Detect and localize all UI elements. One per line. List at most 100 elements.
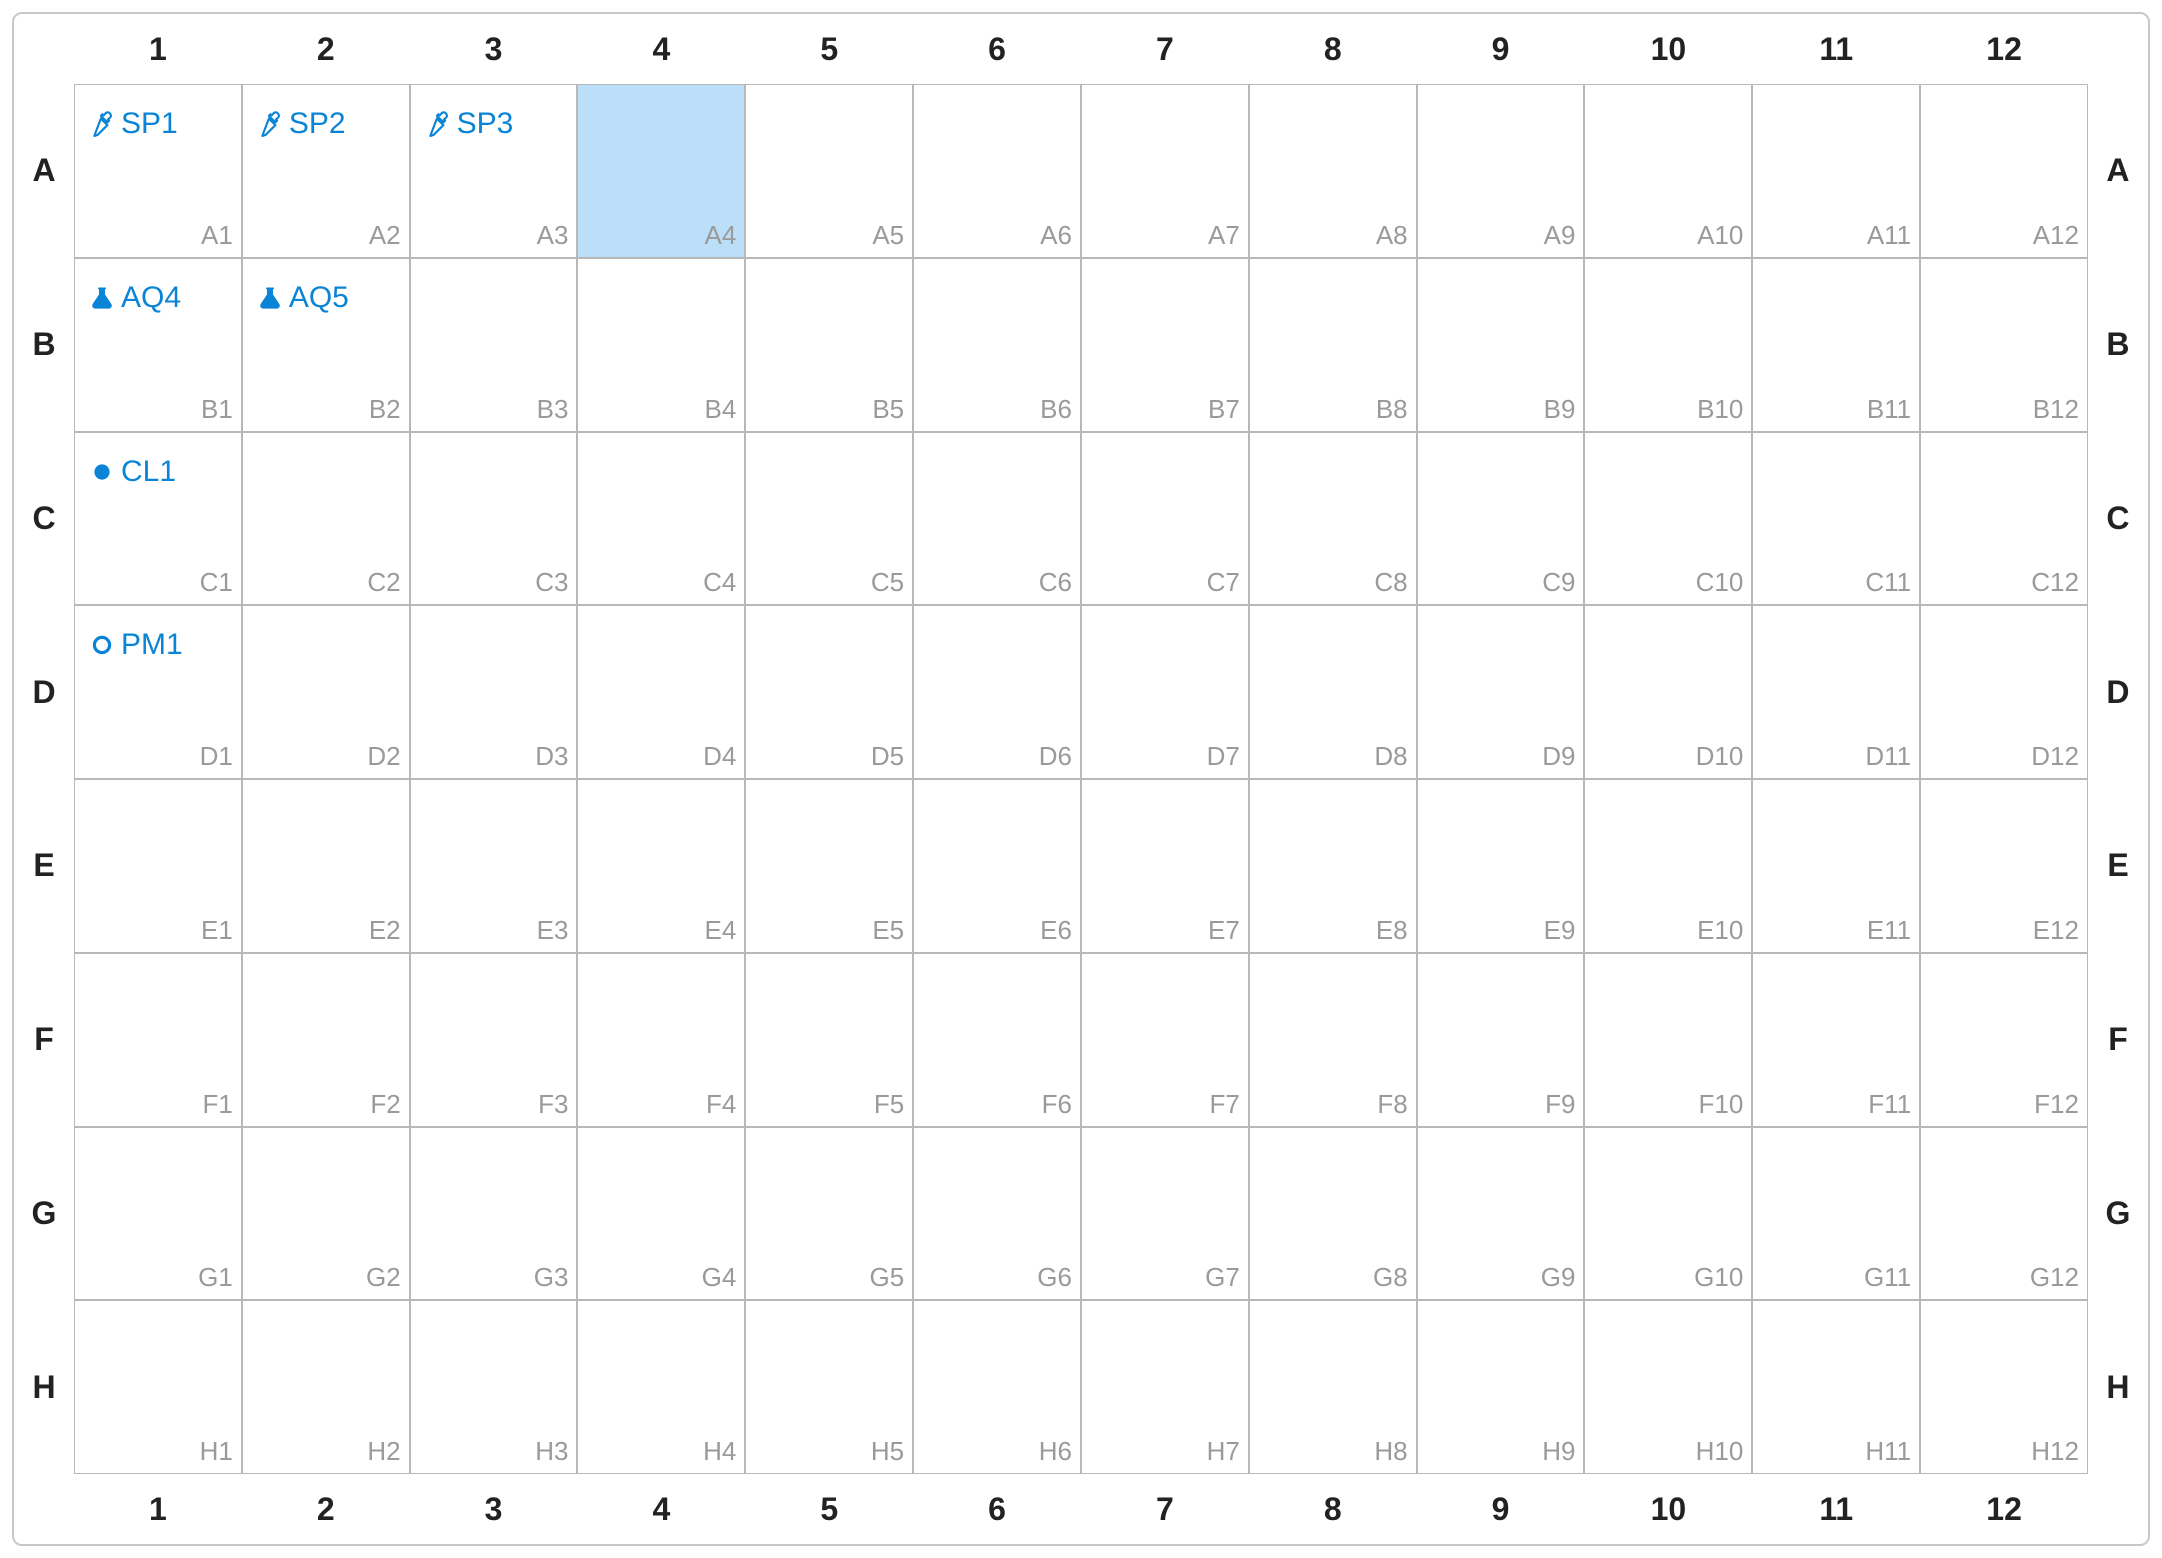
well-B1[interactable]: AQ4B1	[74, 258, 242, 432]
well-coord-label: H9	[1542, 1436, 1575, 1467]
well-A6[interactable]: A6	[913, 84, 1081, 258]
well-H4[interactable]: H4	[577, 1300, 745, 1474]
col-header-5-bottom: 5	[745, 1474, 913, 1544]
well-F2[interactable]: F2	[242, 953, 410, 1127]
well-C12[interactable]: C12	[1920, 432, 2088, 606]
well-G10[interactable]: G10	[1584, 1127, 1752, 1301]
well-D9[interactable]: D9	[1417, 605, 1585, 779]
well-H9[interactable]: H9	[1417, 1300, 1585, 1474]
well-G9[interactable]: G9	[1417, 1127, 1585, 1301]
col-header-11-bottom: 11	[1752, 1474, 1920, 1544]
well-B3[interactable]: B3	[410, 258, 578, 432]
well-E7[interactable]: E7	[1081, 779, 1249, 953]
well-A9[interactable]: A9	[1417, 84, 1585, 258]
well-C5[interactable]: C5	[745, 432, 913, 606]
well-C3[interactable]: C3	[410, 432, 578, 606]
well-C11[interactable]: C11	[1752, 432, 1920, 606]
well-G8[interactable]: G8	[1249, 1127, 1417, 1301]
well-G3[interactable]: G3	[410, 1127, 578, 1301]
well-E2[interactable]: E2	[242, 779, 410, 953]
well-H10[interactable]: H10	[1584, 1300, 1752, 1474]
well-B11[interactable]: B11	[1752, 258, 1920, 432]
well-F7[interactable]: F7	[1081, 953, 1249, 1127]
well-A4[interactable]: A4	[577, 84, 745, 258]
well-G1[interactable]: G1	[74, 1127, 242, 1301]
well-C1[interactable]: CL1C1	[74, 432, 242, 606]
well-E3[interactable]: E3	[410, 779, 578, 953]
well-H5[interactable]: H5	[745, 1300, 913, 1474]
well-B12[interactable]: B12	[1920, 258, 2088, 432]
well-F3[interactable]: F3	[410, 953, 578, 1127]
well-E1[interactable]: E1	[74, 779, 242, 953]
well-F6[interactable]: F6	[913, 953, 1081, 1127]
well-F8[interactable]: F8	[1249, 953, 1417, 1127]
well-F11[interactable]: F11	[1752, 953, 1920, 1127]
well-A11[interactable]: A11	[1752, 84, 1920, 258]
well-E6[interactable]: E6	[913, 779, 1081, 953]
well-F10[interactable]: F10	[1584, 953, 1752, 1127]
well-B9[interactable]: B9	[1417, 258, 1585, 432]
well-D8[interactable]: D8	[1249, 605, 1417, 779]
well-A7[interactable]: A7	[1081, 84, 1249, 258]
well-E5[interactable]: E5	[745, 779, 913, 953]
well-G12[interactable]: G12	[1920, 1127, 2088, 1301]
well-E11[interactable]: E11	[1752, 779, 1920, 953]
well-F5[interactable]: F5	[745, 953, 913, 1127]
well-H7[interactable]: H7	[1081, 1300, 1249, 1474]
well-D6[interactable]: D6	[913, 605, 1081, 779]
well-B2[interactable]: AQ5B2	[242, 258, 410, 432]
well-G6[interactable]: G6	[913, 1127, 1081, 1301]
well-D5[interactable]: D5	[745, 605, 913, 779]
well-D3[interactable]: D3	[410, 605, 578, 779]
well-E8[interactable]: E8	[1249, 779, 1417, 953]
well-B5[interactable]: B5	[745, 258, 913, 432]
well-F4[interactable]: F4	[577, 953, 745, 1127]
well-H11[interactable]: H11	[1752, 1300, 1920, 1474]
well-G2[interactable]: G2	[242, 1127, 410, 1301]
well-A10[interactable]: A10	[1584, 84, 1752, 258]
well-D7[interactable]: D7	[1081, 605, 1249, 779]
well-C8[interactable]: C8	[1249, 432, 1417, 606]
well-A2[interactable]: SP2A2	[242, 84, 410, 258]
well-H6[interactable]: H6	[913, 1300, 1081, 1474]
well-D1[interactable]: PM1D1	[74, 605, 242, 779]
well-C9[interactable]: C9	[1417, 432, 1585, 606]
well-C7[interactable]: C7	[1081, 432, 1249, 606]
well-E10[interactable]: E10	[1584, 779, 1752, 953]
well-coord-label: A5	[872, 220, 904, 251]
well-H12[interactable]: H12	[1920, 1300, 2088, 1474]
well-H2[interactable]: H2	[242, 1300, 410, 1474]
well-D10[interactable]: D10	[1584, 605, 1752, 779]
well-C4[interactable]: C4	[577, 432, 745, 606]
well-A8[interactable]: A8	[1249, 84, 1417, 258]
well-B10[interactable]: B10	[1584, 258, 1752, 432]
well-F9[interactable]: F9	[1417, 953, 1585, 1127]
well-H3[interactable]: H3	[410, 1300, 578, 1474]
well-A5[interactable]: A5	[745, 84, 913, 258]
well-A12[interactable]: A12	[1920, 84, 2088, 258]
well-G11[interactable]: G11	[1752, 1127, 1920, 1301]
well-B6[interactable]: B6	[913, 258, 1081, 432]
well-D4[interactable]: D4	[577, 605, 745, 779]
well-G4[interactable]: G4	[577, 1127, 745, 1301]
well-F1[interactable]: F1	[74, 953, 242, 1127]
well-B4[interactable]: B4	[577, 258, 745, 432]
well-D11[interactable]: D11	[1752, 605, 1920, 779]
well-G7[interactable]: G7	[1081, 1127, 1249, 1301]
well-A3[interactable]: SP3A3	[410, 84, 578, 258]
well-C10[interactable]: C10	[1584, 432, 1752, 606]
well-E12[interactable]: E12	[1920, 779, 2088, 953]
well-C6[interactable]: C6	[913, 432, 1081, 606]
well-H8[interactable]: H8	[1249, 1300, 1417, 1474]
well-D2[interactable]: D2	[242, 605, 410, 779]
well-B7[interactable]: B7	[1081, 258, 1249, 432]
well-D12[interactable]: D12	[1920, 605, 2088, 779]
well-A1[interactable]: SP1A1	[74, 84, 242, 258]
well-C2[interactable]: C2	[242, 432, 410, 606]
well-E9[interactable]: E9	[1417, 779, 1585, 953]
well-G5[interactable]: G5	[745, 1127, 913, 1301]
well-F12[interactable]: F12	[1920, 953, 2088, 1127]
well-H1[interactable]: H1	[74, 1300, 242, 1474]
well-B8[interactable]: B8	[1249, 258, 1417, 432]
well-E4[interactable]: E4	[577, 779, 745, 953]
